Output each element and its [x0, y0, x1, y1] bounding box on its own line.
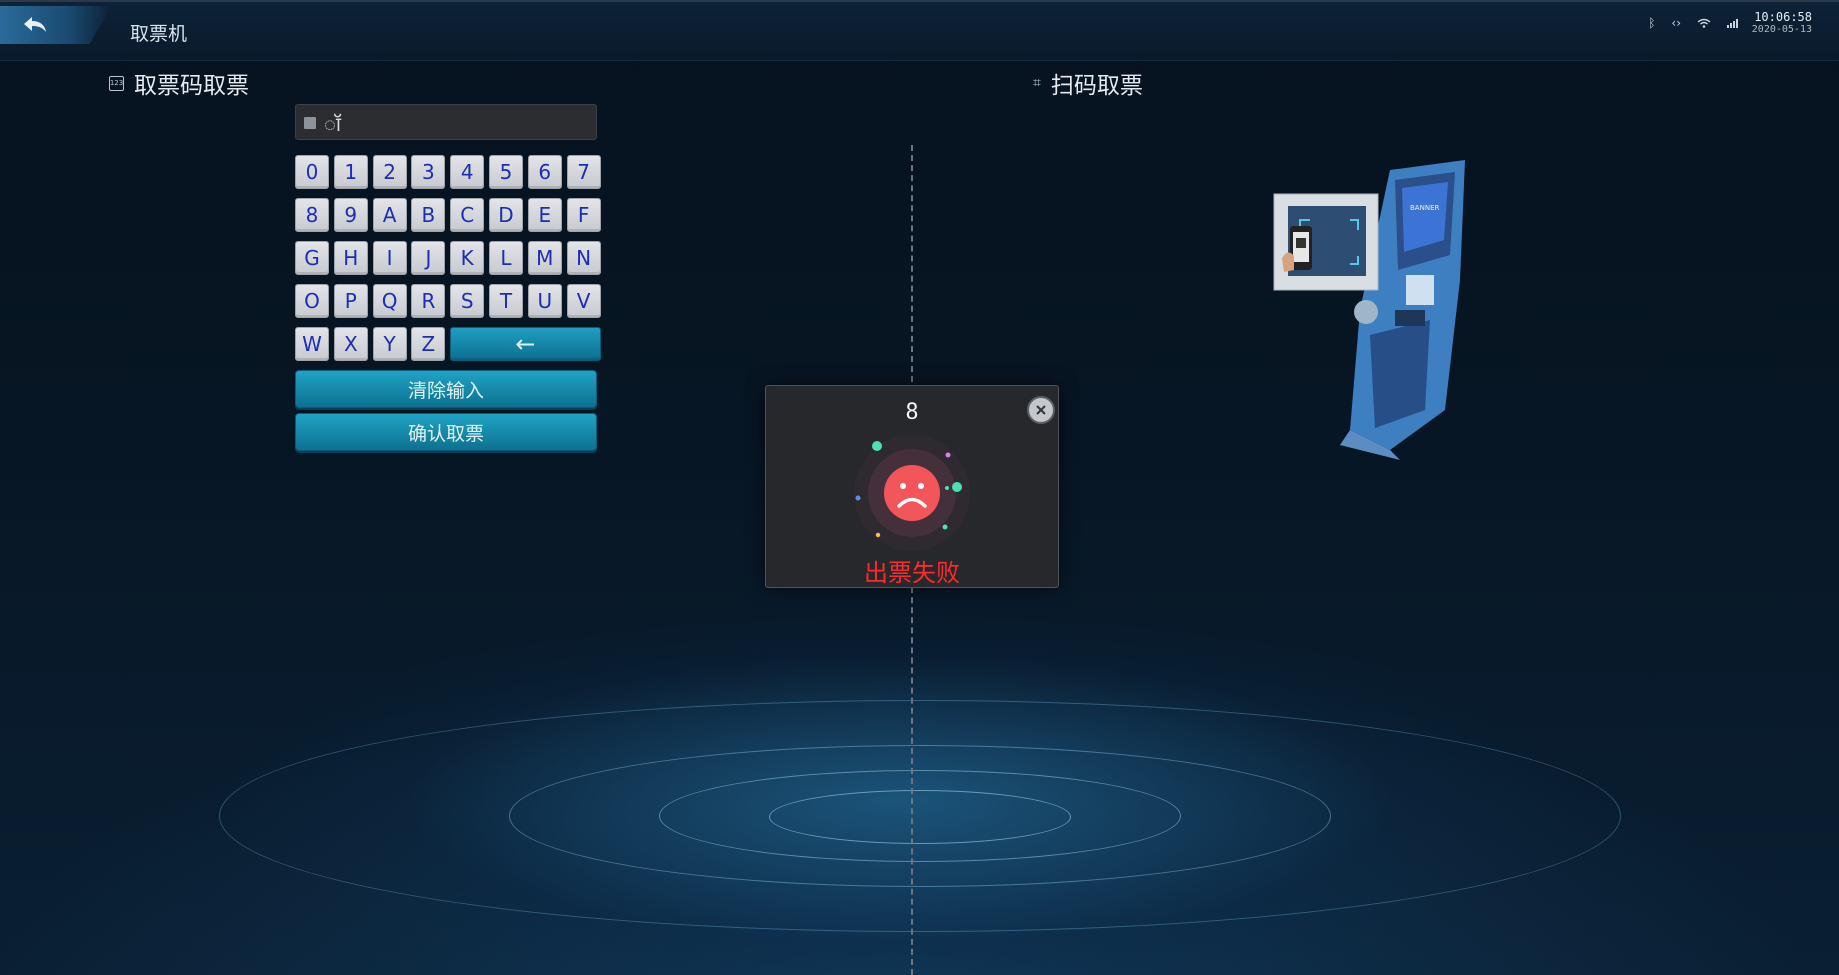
backspace-button[interactable]: ←: [450, 327, 601, 361]
scan-title-text: 扫码取票: [1050, 73, 1143, 99]
key-t[interactable]: T: [488, 284, 523, 318]
key-q[interactable]: Q: [372, 284, 407, 318]
key-i[interactable]: I: [372, 241, 407, 275]
key-v[interactable]: V: [566, 284, 601, 318]
kiosk-illustration: BANNER: [1273, 160, 1465, 460]
key-w[interactable]: W: [295, 327, 329, 361]
key-l[interactable]: L: [488, 241, 523, 275]
clear-input-button[interactable]: 清除输入: [295, 370, 597, 408]
ticket-code-input-value: ॉ: [324, 112, 342, 136]
keypad-icon: 123: [109, 75, 124, 91]
signal-icon: [1727, 19, 1738, 28]
key-7[interactable]: 7: [566, 155, 601, 189]
key-d[interactable]: D: [488, 198, 523, 232]
key-8[interactable]: 8: [295, 198, 329, 232]
wifi-icon: [1697, 18, 1711, 28]
key-6[interactable]: 6: [527, 155, 562, 189]
key-j[interactable]: J: [411, 241, 446, 275]
ticket-code-section-title: 123 取票码取票: [109, 66, 249, 100]
failure-message: 出票失败: [864, 559, 960, 587]
scan-icon: ⌗: [1033, 75, 1041, 91]
clock-date: 2020-05-13: [1751, 24, 1812, 35]
confirm-ticket-button[interactable]: 确认取票: [295, 413, 597, 451]
key-1[interactable]: 1: [333, 155, 368, 189]
ticket-code-input[interactable]: ॉ: [295, 104, 597, 140]
top-bar: 取票机 ᛒ ‹› 10:06:58 2020-05-13: [0, 0, 1839, 60]
key-0[interactable]: 0: [295, 155, 329, 189]
bg-ring-core: [768, 790, 1071, 844]
countdown-value: 8: [905, 400, 919, 425]
close-button[interactable]: [1027, 396, 1055, 424]
key-4[interactable]: 4: [450, 155, 485, 189]
bluetooth-icon: ᛒ: [1648, 16, 1656, 30]
key-b[interactable]: B: [411, 198, 446, 232]
key-c[interactable]: C: [450, 198, 485, 232]
scan-section-title: ⌗ 扫码取票: [1033, 66, 1143, 100]
key-g[interactable]: G: [295, 241, 329, 275]
key-a[interactable]: A: [372, 198, 407, 232]
key-u[interactable]: U: [527, 284, 562, 318]
kiosk-screen-text: BANNER: [1410, 204, 1439, 212]
key-9[interactable]: 9: [333, 198, 368, 232]
ticket-code-title-text: 取票码取票: [134, 73, 249, 99]
clock-time: 10:06:58: [1754, 10, 1812, 24]
key-y[interactable]: Y: [372, 327, 407, 361]
input-checkbox-icon: [304, 117, 316, 129]
close-icon: [1036, 405, 1046, 415]
ticket-failure-dialog: 8 出票失败: [765, 385, 1059, 588]
back-button[interactable]: [0, 6, 112, 44]
app-title: 取票机: [130, 23, 188, 45]
key-e[interactable]: E: [527, 198, 562, 232]
key-r[interactable]: R: [411, 284, 446, 318]
keypad: 0 1 2 3 4 5 6 7 8 9 A B C D E F G H I J K L M N O P Q R S T U V W X Y Z ←: [295, 155, 601, 361]
key-m[interactable]: M: [527, 241, 562, 275]
sad-face-icon: [854, 435, 970, 551]
key-5[interactable]: 5: [488, 155, 523, 189]
key-h[interactable]: H: [333, 241, 368, 275]
key-o[interactable]: O: [295, 284, 329, 318]
key-n[interactable]: N: [566, 241, 601, 275]
key-x[interactable]: X: [333, 327, 368, 361]
key-k[interactable]: K: [450, 241, 485, 275]
clock: 10:06:58 2020-05-13: [1752, 10, 1812, 35]
data-transfer-icon: ‹›: [1671, 16, 1681, 30]
back-arrow-icon: [24, 17, 46, 32]
key-3[interactable]: 3: [411, 155, 446, 189]
key-p[interactable]: P: [333, 284, 368, 318]
key-f[interactable]: F: [566, 198, 601, 232]
key-2[interactable]: 2: [372, 155, 407, 189]
status-icons: ᛒ ‹›: [1648, 16, 1739, 30]
key-z[interactable]: Z: [411, 327, 446, 361]
key-s[interactable]: S: [450, 284, 485, 318]
